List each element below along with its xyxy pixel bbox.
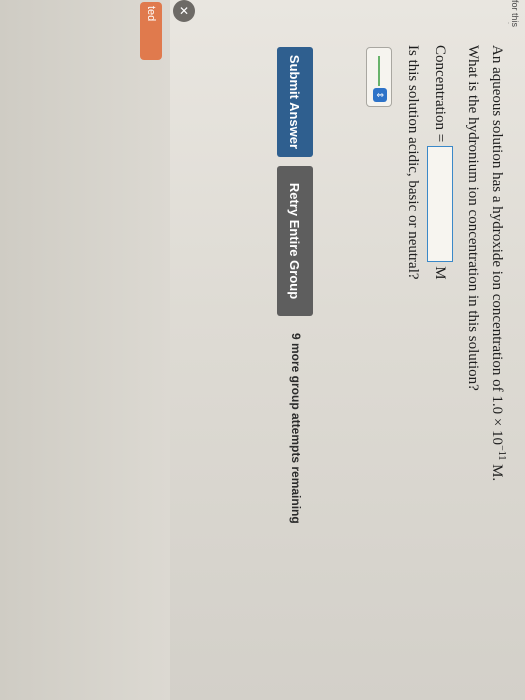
concentration-input[interactable] — [427, 146, 453, 263]
retry-group-button[interactable]: Retry Entire Group — [277, 166, 313, 316]
chevron-updown-icon: ⇕ — [373, 88, 387, 102]
select-line — [378, 56, 380, 86]
close-icon[interactable] — [173, 0, 195, 22]
question-text: An aqueous solution has a hydroxide ion … — [489, 45, 507, 482]
submit-answer-button[interactable]: Submit Answer — [277, 47, 313, 157]
question-prompt: What is the hydronium ion concentration … — [465, 45, 481, 391]
side-tab-label: ted — [145, 6, 157, 22]
concentration-row: Concentration = M — [427, 45, 453, 280]
concentration-unit: M — [432, 266, 449, 280]
acidity-question: Is this solution acidic, basic or neutra… — [405, 45, 421, 280]
acidity-select[interactable]: ⇕ — [366, 47, 392, 107]
exponent: −11 — [496, 445, 507, 461]
left-strip — [0, 0, 170, 700]
question-panel: An aqueous solution has a hydroxide ion … — [185, 35, 515, 690]
attempts-remaining: 9 more group attempts remaining — [289, 333, 303, 524]
corner-hint: for this question — [508, 0, 520, 30]
concentration-label: Concentration = — [432, 45, 449, 143]
